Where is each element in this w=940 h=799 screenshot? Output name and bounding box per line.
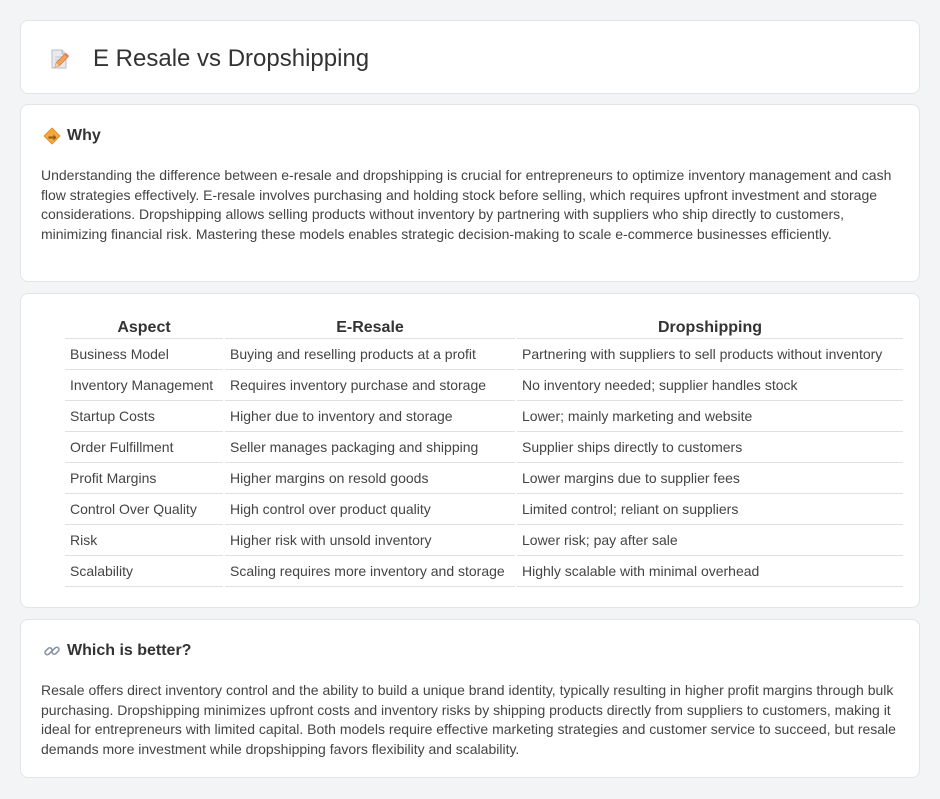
better-title: Which is better? (67, 642, 192, 659)
better-text: Resale offers direct inventory control a… (41, 682, 896, 757)
table-cell: Scaling requires more inventory and stor… (225, 556, 515, 587)
table-cell: Seller manages packaging and shipping (225, 432, 515, 463)
column-header-dropshipping: Dropshipping (517, 317, 903, 339)
table-cell: Inventory Management (65, 370, 223, 401)
table-cell: Lower margins due to supplier fees (517, 463, 903, 494)
table-cell: Scalability (65, 556, 223, 587)
table-cell: Higher risk with unsold inventory (225, 525, 515, 556)
title-card: E Resale vs Dropshipping (20, 20, 920, 94)
table-cell: Order Fulfillment (65, 432, 223, 463)
table-row: Startup Costs Higher due to inventory an… (65, 401, 903, 432)
table-cell: Higher margins on resold goods (225, 463, 515, 494)
title-row: E Resale vs Dropshipping (47, 45, 369, 73)
comparison-table: Aspect E-Resale Dropshipping Business Mo… (63, 317, 905, 587)
column-header-aspect: Aspect (65, 317, 223, 339)
table-cell: Lower risk; pay after sale (517, 525, 903, 556)
table-cell: No inventory needed; supplier handles st… (517, 370, 903, 401)
table-row: Scalability Scaling requires more invent… (65, 556, 903, 587)
why-title: Why (67, 127, 101, 144)
table-cell: Business Model (65, 339, 223, 370)
why-text: Understanding the difference between e-r… (41, 167, 892, 242)
page-title: E Resale vs Dropshipping (93, 45, 370, 72)
table-cell: Profit Margins (65, 463, 223, 494)
table-row: Inventory Management Requires inventory … (65, 370, 903, 401)
which-is-better-section: Which is better? Resale offers direct in… (20, 619, 920, 778)
table-cell: High control over product quality (225, 494, 515, 525)
table-cell: Risk (65, 525, 223, 556)
table-row: Profit Margins Higher margins on resold … (65, 463, 903, 494)
comparison-section: Aspect E-Resale Dropshipping Business Mo… (20, 293, 920, 608)
table-cell: Limited control; reliant on suppliers (517, 494, 903, 525)
table-cell: Startup Costs (65, 401, 223, 432)
why-section: Why Understanding the difference between… (20, 104, 920, 282)
table-cell: Partnering with suppliers to sell produc… (517, 339, 903, 370)
table-row: Business Model Buying and reselling prod… (65, 339, 903, 370)
column-header-e-resale: E-Resale (225, 317, 515, 339)
table-cell: Buying and reselling products at a profi… (225, 339, 515, 370)
table-cell: Higher due to inventory and storage (225, 401, 515, 432)
table-row: Risk Higher risk with unsold inventory L… (65, 525, 903, 556)
table-cell: Supplier ships directly to customers (517, 432, 903, 463)
why-heading: Why (43, 127, 101, 145)
better-heading: Which is better? (43, 642, 191, 660)
table-cell: Requires inventory purchase and storage (225, 370, 515, 401)
table-cell: Highly scalable with minimal overhead (517, 556, 903, 587)
table-row: Control Over Quality High control over p… (65, 494, 903, 525)
table-header-row: Aspect E-Resale Dropshipping (65, 317, 903, 339)
table-cell: Control Over Quality (65, 494, 223, 525)
diamond-warning-icon (43, 127, 61, 145)
document-pencil-icon (51, 49, 69, 69)
table-cell: Lower; mainly marketing and website (517, 401, 903, 432)
table-row: Order Fulfillment Seller manages packagi… (65, 432, 903, 463)
link-icon (44, 646, 60, 656)
